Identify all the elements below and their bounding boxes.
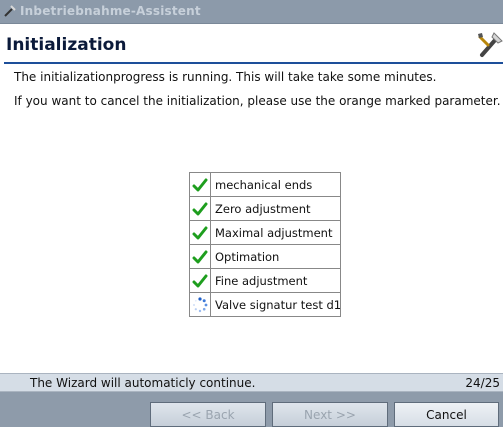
title-bar: Inbetriebnahme-Assistent <box>0 0 503 24</box>
button-bar: << Back Next >> Cancel <box>0 392 503 427</box>
cancel-button[interactable]: Cancel <box>394 402 499 427</box>
spinner-icon <box>190 293 211 316</box>
step-label: Valve signatur test d1 <box>215 297 342 312</box>
step-item: Zero adjustment <box>190 197 340 221</box>
next-button[interactable]: Next >> <box>272 402 388 427</box>
back-button[interactable]: << Back <box>150 402 266 427</box>
info-message-cancel: If you want to cancel the initialization… <box>14 94 501 108</box>
check-icon <box>190 197 211 220</box>
status-text: The Wizard will automaticly continue. <box>30 376 256 390</box>
check-icon <box>190 269 211 292</box>
page-counter: 24/25 <box>465 376 500 390</box>
step-item: Valve signatur test d1 <box>190 293 342 316</box>
wrench-screwdriver-icon <box>478 32 503 57</box>
step-list: mechanical ends Zero adjustment Maximal … <box>189 172 341 317</box>
check-icon <box>190 173 211 196</box>
step-label: mechanical ends <box>215 177 313 192</box>
wizard-app-icon <box>4 5 16 17</box>
step-item: mechanical ends <box>190 173 340 197</box>
page-title: Initialization <box>6 35 127 55</box>
check-icon <box>190 245 211 268</box>
step-label: Maximal adjustment <box>215 225 333 240</box>
step-item: Optimation <box>190 245 340 269</box>
check-icon <box>190 221 211 244</box>
page-header: Initialization <box>0 24 503 62</box>
info-message-progress: The initializationprogress is running. T… <box>14 70 437 84</box>
header-divider <box>4 62 503 64</box>
status-bar: The Wizard will automaticly continue. 24… <box>0 373 503 392</box>
step-label: Fine adjustment <box>215 273 308 288</box>
window-title: Inbetriebnahme-Assistent <box>20 4 201 18</box>
step-item: Maximal adjustment <box>190 221 340 245</box>
step-label: Optimation <box>215 249 280 264</box>
step-label: Zero adjustment <box>215 201 311 216</box>
step-item: Fine adjustment <box>190 269 340 293</box>
